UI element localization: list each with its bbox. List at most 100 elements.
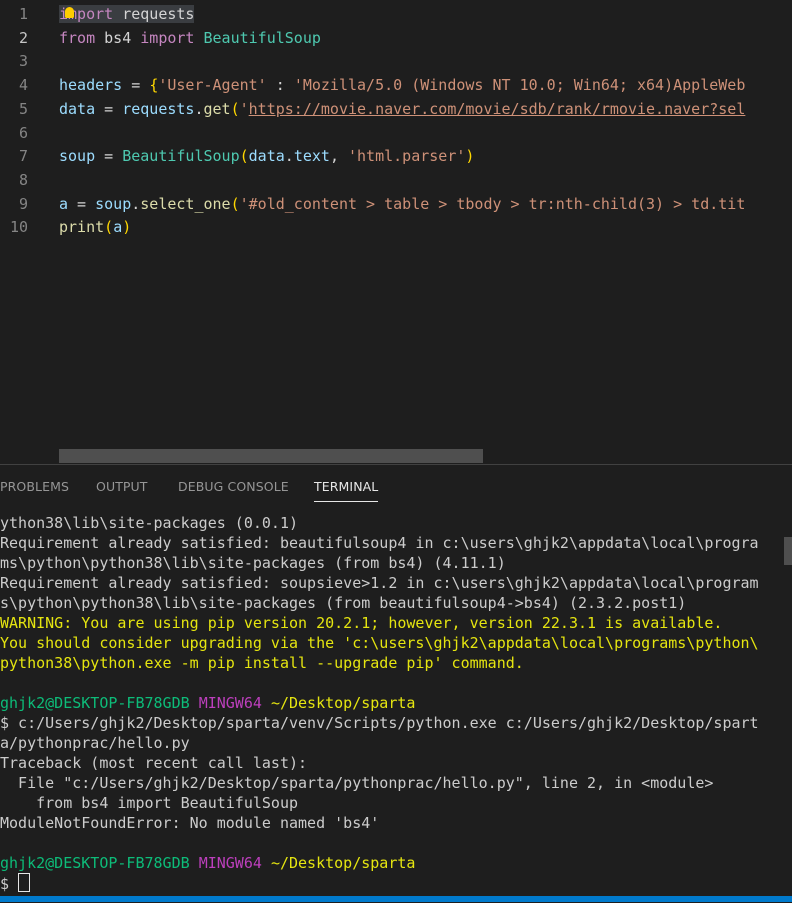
line-number: 9 [18, 194, 28, 213]
code-token: ) [465, 147, 475, 166]
line-number: 3 [18, 52, 28, 71]
code-token: '#old_content > table > tbody > tr:nth-c… [239, 194, 746, 213]
code-token: 'Mozilla/5.0 (Windows NT 10.0; Win64; x6… [293, 76, 746, 95]
terminal-line: ghjk2@DESKTOP-FB78GDB MINGW64 ~/Desktop/… [0, 693, 415, 713]
tab-problems[interactable]: PROBLEMS [0, 479, 69, 494]
code-token: = [95, 99, 123, 118]
terminal-text: WARNING: You are using pip version 20.2.… [0, 614, 723, 632]
terminal-text: ghjk2@DESKTOP-FB78GDB [0, 694, 190, 712]
code-line[interactable]: 4 headers = {'User-Agent' : 'Mozilla/5.0 … [0, 73, 792, 97]
code-line[interactable]: 6 [0, 121, 792, 145]
terminal-text: Requirement already satisfied: beautiful… [0, 534, 759, 552]
code-text: import requests [59, 2, 195, 26]
terminal-text: python38\python.exe -m pip install --upg… [0, 654, 524, 672]
terminal-text: from bs4 import BeautifulSoup [0, 794, 299, 812]
code-token: a [59, 194, 69, 213]
code-token: . [194, 99, 204, 118]
tab-debug-console[interactable]: DEBUG CONSOLE [178, 479, 289, 494]
code-token: ( [104, 218, 114, 237]
code-text: a = soup.select_one('#old_content > tabl… [59, 192, 745, 216]
terminal-text: MINGW64 [198, 694, 262, 712]
terminal-cursor[interactable] [18, 873, 31, 892]
horizontal-scrollbar[interactable] [59, 449, 483, 463]
terminal-text: ms\python\python38\lib\site-packages (fr… [0, 554, 506, 572]
panel-tabs: PROBLEMS OUTPUT DEBUG CONSOLE TERMINAL [0, 465, 792, 505]
code-token: BeautifulSoup [203, 28, 321, 47]
code-text: from bs4 import BeautifulSoup [59, 26, 321, 50]
terminal-text: ghjk2@DESKTOP-FB78GDB [0, 854, 190, 872]
code-line[interactable]: 2 from bs4 import BeautifulSoup [0, 26, 792, 50]
tab-output[interactable]: OUTPUT [96, 479, 148, 494]
code-line[interactable]: 1 import requests [0, 2, 792, 26]
code-token: . [284, 147, 294, 166]
tab-terminal[interactable]: TERMINAL [314, 479, 379, 502]
terminal-line: ModuleNotFoundError: No module named 'bs… [0, 813, 379, 833]
code-token: bs4 [95, 28, 141, 47]
code-token: . [131, 194, 141, 213]
terminal-text: Traceback (most recent call last): [0, 754, 308, 772]
terminal-line: ython38\lib\site-packages (0.0.1) [0, 513, 298, 533]
code-line[interactable]: 10 print(a) [0, 215, 792, 239]
line-number: 1 [18, 5, 28, 23]
code-token: ) [122, 218, 132, 237]
code-token: = [122, 76, 150, 95]
line-number: 10 [9, 218, 28, 237]
terminal-line: python38\python.exe -m pip install --upg… [0, 653, 524, 673]
terminal-text: $ c:/Users/ghjk2/Desktop/sparta/venv/Scr… [0, 714, 759, 732]
code-line[interactable]: 3 [0, 49, 792, 73]
terminal-line: Requirement already satisfied: soupsieve… [0, 573, 759, 593]
code-token: data [59, 99, 96, 118]
terminal-text: File "c:/Users/ghjk2/Desktop/sparta/pyth… [0, 774, 714, 792]
terminal-text: $ [0, 875, 19, 893]
vertical-scrollbar[interactable] [784, 537, 792, 565]
terminal-line: Traceback (most recent call last): [0, 753, 307, 773]
code-token: soup [59, 147, 96, 166]
line-number: 2 [18, 28, 28, 47]
terminal-line: Requirement already satisfied: beautiful… [0, 533, 759, 553]
code-line[interactable]: 8 [0, 168, 792, 192]
code-token: = [68, 194, 96, 213]
terminal-line: from bs4 import BeautifulSoup [0, 793, 298, 813]
terminal-text: s\python\python38\lib\site-packages (fro… [0, 594, 687, 612]
code-token: requests [122, 99, 195, 118]
terminal-text: ~/Desktop/sparta [270, 694, 416, 712]
lightbulb-icon[interactable] [65, 7, 74, 18]
terminal-text: Requirement already satisfied: soupsieve… [0, 574, 759, 592]
code-line[interactable]: 9 a = soup.select_one('#old_content > tab… [0, 192, 792, 216]
code-token: : [266, 76, 294, 95]
code-token: 'User-Agent' [158, 76, 267, 95]
terminal-text: You should consider upgrading via the 'c… [0, 634, 759, 652]
code-token: requests [113, 5, 195, 23]
code-line[interactable]: 5 data = requests.get('https://movie.nave… [0, 97, 792, 121]
terminal-line: $ [0, 873, 31, 893]
code-token: ( [230, 194, 240, 213]
terminal-line: File "c:/Users/ghjk2/Desktop/sparta/pyth… [0, 773, 713, 793]
bottom-panel: PROBLEMS OUTPUT DEBUG CONSOLE TERMINAL y… [0, 464, 792, 903]
terminal-line: $ c:/Users/ghjk2/Desktop/sparta/venv/Scr… [0, 713, 759, 733]
terminal-text: ModuleNotFoundError: No module named 'bs… [0, 814, 380, 832]
code-token: ( [230, 99, 240, 118]
code-text: headers = {'User-Agent' : 'Mozilla/5.0 (… [59, 73, 745, 97]
code-token: text [293, 147, 330, 166]
code-line[interactable]: 7 soup = BeautifulSoup(data.text, 'html.p… [0, 144, 792, 168]
code-token: ' [239, 99, 249, 118]
code-token: data [248, 147, 285, 166]
terminal-text: a/pythonprac/hello.py [0, 734, 190, 752]
status-bar [0, 896, 792, 902]
line-number: 5 [18, 99, 28, 118]
terminal-line: ms\python\python38\lib\site-packages (fr… [0, 553, 506, 573]
code-token: from [59, 28, 96, 47]
code-token: a [113, 218, 123, 237]
code-token: 'html.parser' [348, 147, 466, 166]
code-token: print [59, 218, 105, 237]
terminal-line: WARNING: You are using pip version 20.2.… [0, 613, 722, 633]
code-token: import [140, 28, 195, 47]
terminal-text: ython38\lib\site-packages (0.0.1) [0, 514, 299, 532]
code-token: select_one [140, 194, 231, 213]
line-number: 8 [18, 170, 28, 189]
code-editor[interactable]: 1 import requests 2 from bs4 import Beautif… [0, 0, 792, 464]
